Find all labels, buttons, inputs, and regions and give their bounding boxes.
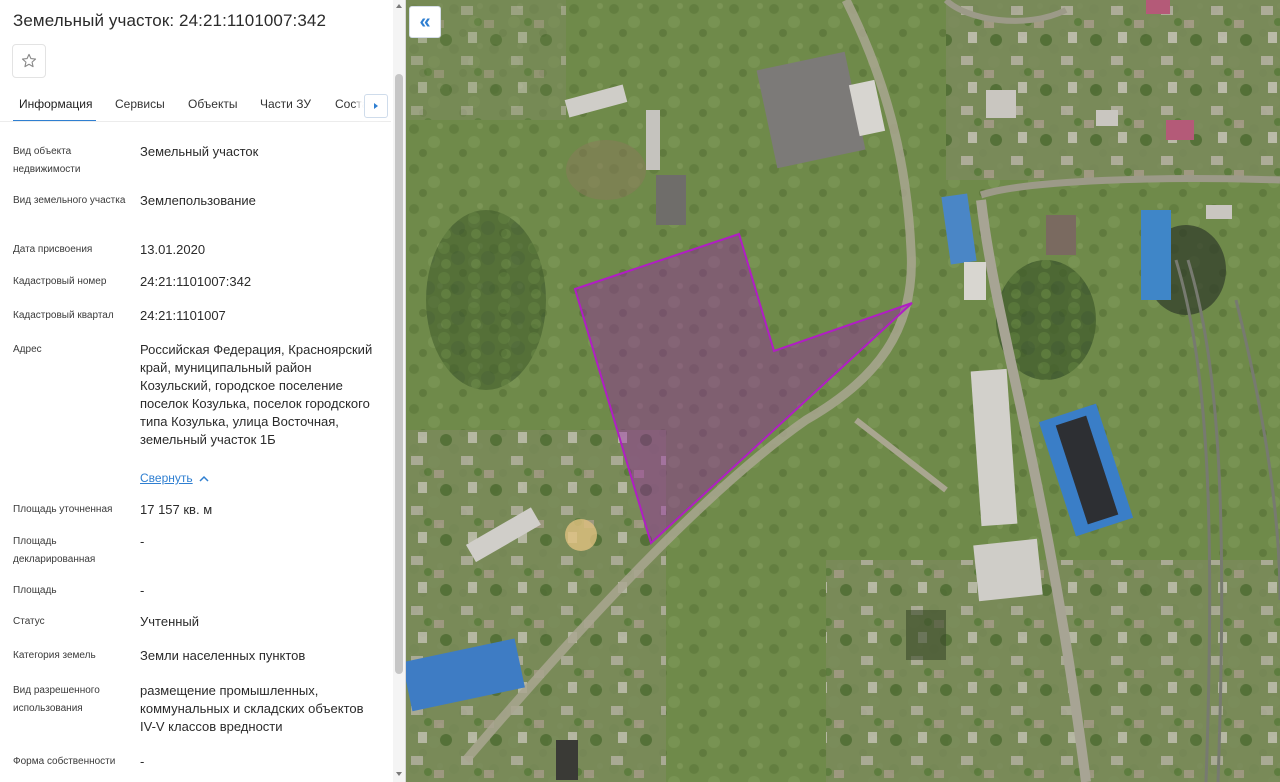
- row-label: Кадастровый квартал: [13, 310, 114, 321]
- scroll-up-arrow-icon[interactable]: [395, 2, 403, 10]
- double-chevron-left-icon: «: [419, 10, 431, 33]
- row-value: -: [140, 754, 145, 769]
- chevron-up-icon: [199, 475, 209, 482]
- collapse-link-label: Свернуть: [140, 471, 193, 485]
- row-label: Площадь уточненная: [13, 504, 113, 515]
- satellite-map[interactable]: [406, 0, 1280, 782]
- row-label: Кадастровый номер: [13, 276, 107, 287]
- panel-title: Земельный участок: 24:21:1101007:342: [13, 11, 327, 30]
- collapse-address-link[interactable]: Свернуть: [140, 471, 209, 485]
- row-label: Вид земельного участка: [13, 195, 126, 206]
- satellite-imagery: [406, 0, 1280, 782]
- row-value: Землепользование: [140, 193, 256, 208]
- row-value: Российская Федерация, Красноярский край,…: [140, 342, 373, 447]
- row-label: Категория земель: [13, 650, 96, 661]
- active-tab-indicator: [13, 120, 96, 121]
- scroll-down-arrow-icon[interactable]: [395, 770, 403, 778]
- row-value: 13.01.2020: [140, 242, 206, 257]
- row-label: Площадь: [13, 585, 57, 596]
- row-label: Вид разрешенного использования: [13, 685, 100, 714]
- info-panel: Земельный участок: 24:21:1101007:342 Инф…: [0, 0, 406, 782]
- row-value: Земли населенных пунктов: [140, 648, 306, 663]
- tab-parcel-parts[interactable]: Части ЗУ: [260, 97, 311, 111]
- row-label: Дата присвоения: [13, 244, 93, 255]
- collapse-panel-button[interactable]: «: [409, 6, 441, 38]
- row-value: -: [140, 534, 145, 549]
- row-value: 24:21:1101007: [140, 308, 226, 323]
- tab-bar: Информация Сервисы Объекты Части ЗУ Сост…: [0, 90, 391, 122]
- star-icon: [21, 53, 37, 68]
- row-label: Статус: [13, 616, 45, 627]
- row-label: Вид объекта недвижимости: [13, 146, 81, 175]
- tab-objects[interactable]: Объекты: [188, 97, 238, 111]
- scrollbar-thumb[interactable]: [395, 74, 403, 674]
- triangle-right-icon: [374, 103, 378, 109]
- row-label: Площадь декларированная: [13, 536, 96, 565]
- row-value: 17 157 кв. м: [140, 502, 213, 517]
- panel-scrollbar[interactable]: [393, 0, 405, 782]
- tab-information[interactable]: Информация: [19, 97, 92, 111]
- row-value: -: [140, 583, 145, 598]
- tabs-scroll-right-button[interactable]: [364, 94, 388, 118]
- tab-services[interactable]: Сервисы: [115, 97, 165, 111]
- row-value: Земельный участок: [140, 144, 259, 159]
- row-label: Адрес: [13, 344, 42, 355]
- row-value: Учтенный: [140, 614, 200, 629]
- favorite-button[interactable]: [12, 44, 46, 78]
- row-value: 24:21:1101007:342: [140, 274, 252, 289]
- row-label: Форма собственности: [13, 756, 116, 767]
- row-value: размещение промышленных, коммунальных и …: [140, 683, 364, 734]
